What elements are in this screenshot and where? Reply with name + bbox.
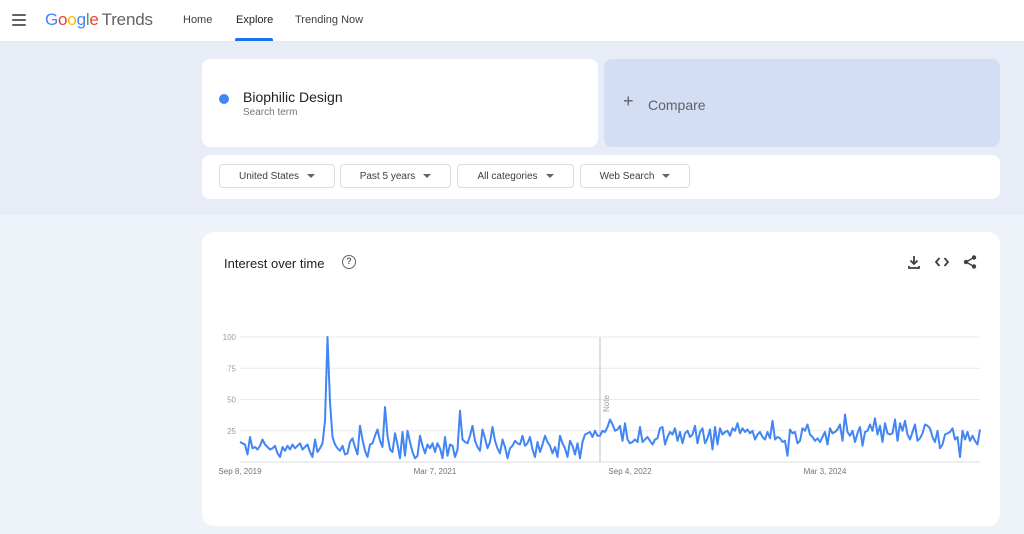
- caret-down-icon: [545, 174, 554, 178]
- y-tick-label: 75: [227, 364, 236, 373]
- caret-down-icon: [307, 174, 316, 178]
- top-bar: Google Trends Home Explore Trending Now: [0, 0, 1024, 42]
- region-filter[interactable]: United States: [219, 164, 335, 188]
- caret-down-icon: [662, 174, 671, 178]
- tab-explore[interactable]: Explore: [236, 14, 273, 26]
- search-type-filter[interactable]: Web Search: [580, 164, 690, 188]
- filter-bar: United States Past 5 years All categorie…: [202, 155, 1000, 199]
- x-tick-label: Mar 3, 2024: [804, 467, 847, 476]
- search-term-card[interactable]: Biophilic Design Search term: [202, 59, 598, 147]
- x-tick-label: Mar 7, 2021: [414, 467, 457, 476]
- time-range-filter[interactable]: Past 5 years: [340, 164, 451, 188]
- caret-down-icon: [423, 174, 432, 178]
- x-tick-label: Sep 8, 2019: [218, 467, 262, 476]
- compare-label: Compare: [648, 97, 706, 113]
- interest-over-time-card: Interest over time ? Note 25 50 75 100 Sep 8…: [202, 232, 1000, 526]
- y-tick-label: 25: [227, 427, 236, 436]
- search-type-filter-label: Web Search: [599, 170, 655, 182]
- compare-button[interactable]: + Compare: [604, 59, 1000, 147]
- y-tick-label: 50: [227, 396, 236, 405]
- category-filter-label: All categories: [477, 170, 538, 182]
- search-term-subtitle: Search term: [243, 107, 298, 118]
- active-tab-indicator: [235, 38, 273, 41]
- y-tick-label: 100: [223, 333, 237, 342]
- interest-line-chart: Note 25 50 75 100 Sep 8, 2019 Mar 7, 2021 Sep …: [218, 333, 981, 476]
- x-tick-label: Sep 4, 2022: [608, 467, 652, 476]
- search-term-name[interactable]: Biophilic Design: [243, 89, 343, 105]
- category-filter[interactable]: All categories: [457, 164, 574, 188]
- menu-icon[interactable]: [10, 11, 28, 29]
- plus-icon: +: [623, 91, 634, 111]
- term-color-dot: [219, 94, 229, 104]
- note-marker-label: Note: [602, 395, 611, 412]
- google-trends-logo[interactable]: Google Trends: [45, 10, 153, 30]
- tab-trending-now[interactable]: Trending Now: [295, 14, 363, 26]
- region-filter-label: United States: [238, 170, 300, 182]
- time-range-filter-label: Past 5 years: [359, 170, 416, 182]
- tab-home[interactable]: Home: [183, 14, 212, 26]
